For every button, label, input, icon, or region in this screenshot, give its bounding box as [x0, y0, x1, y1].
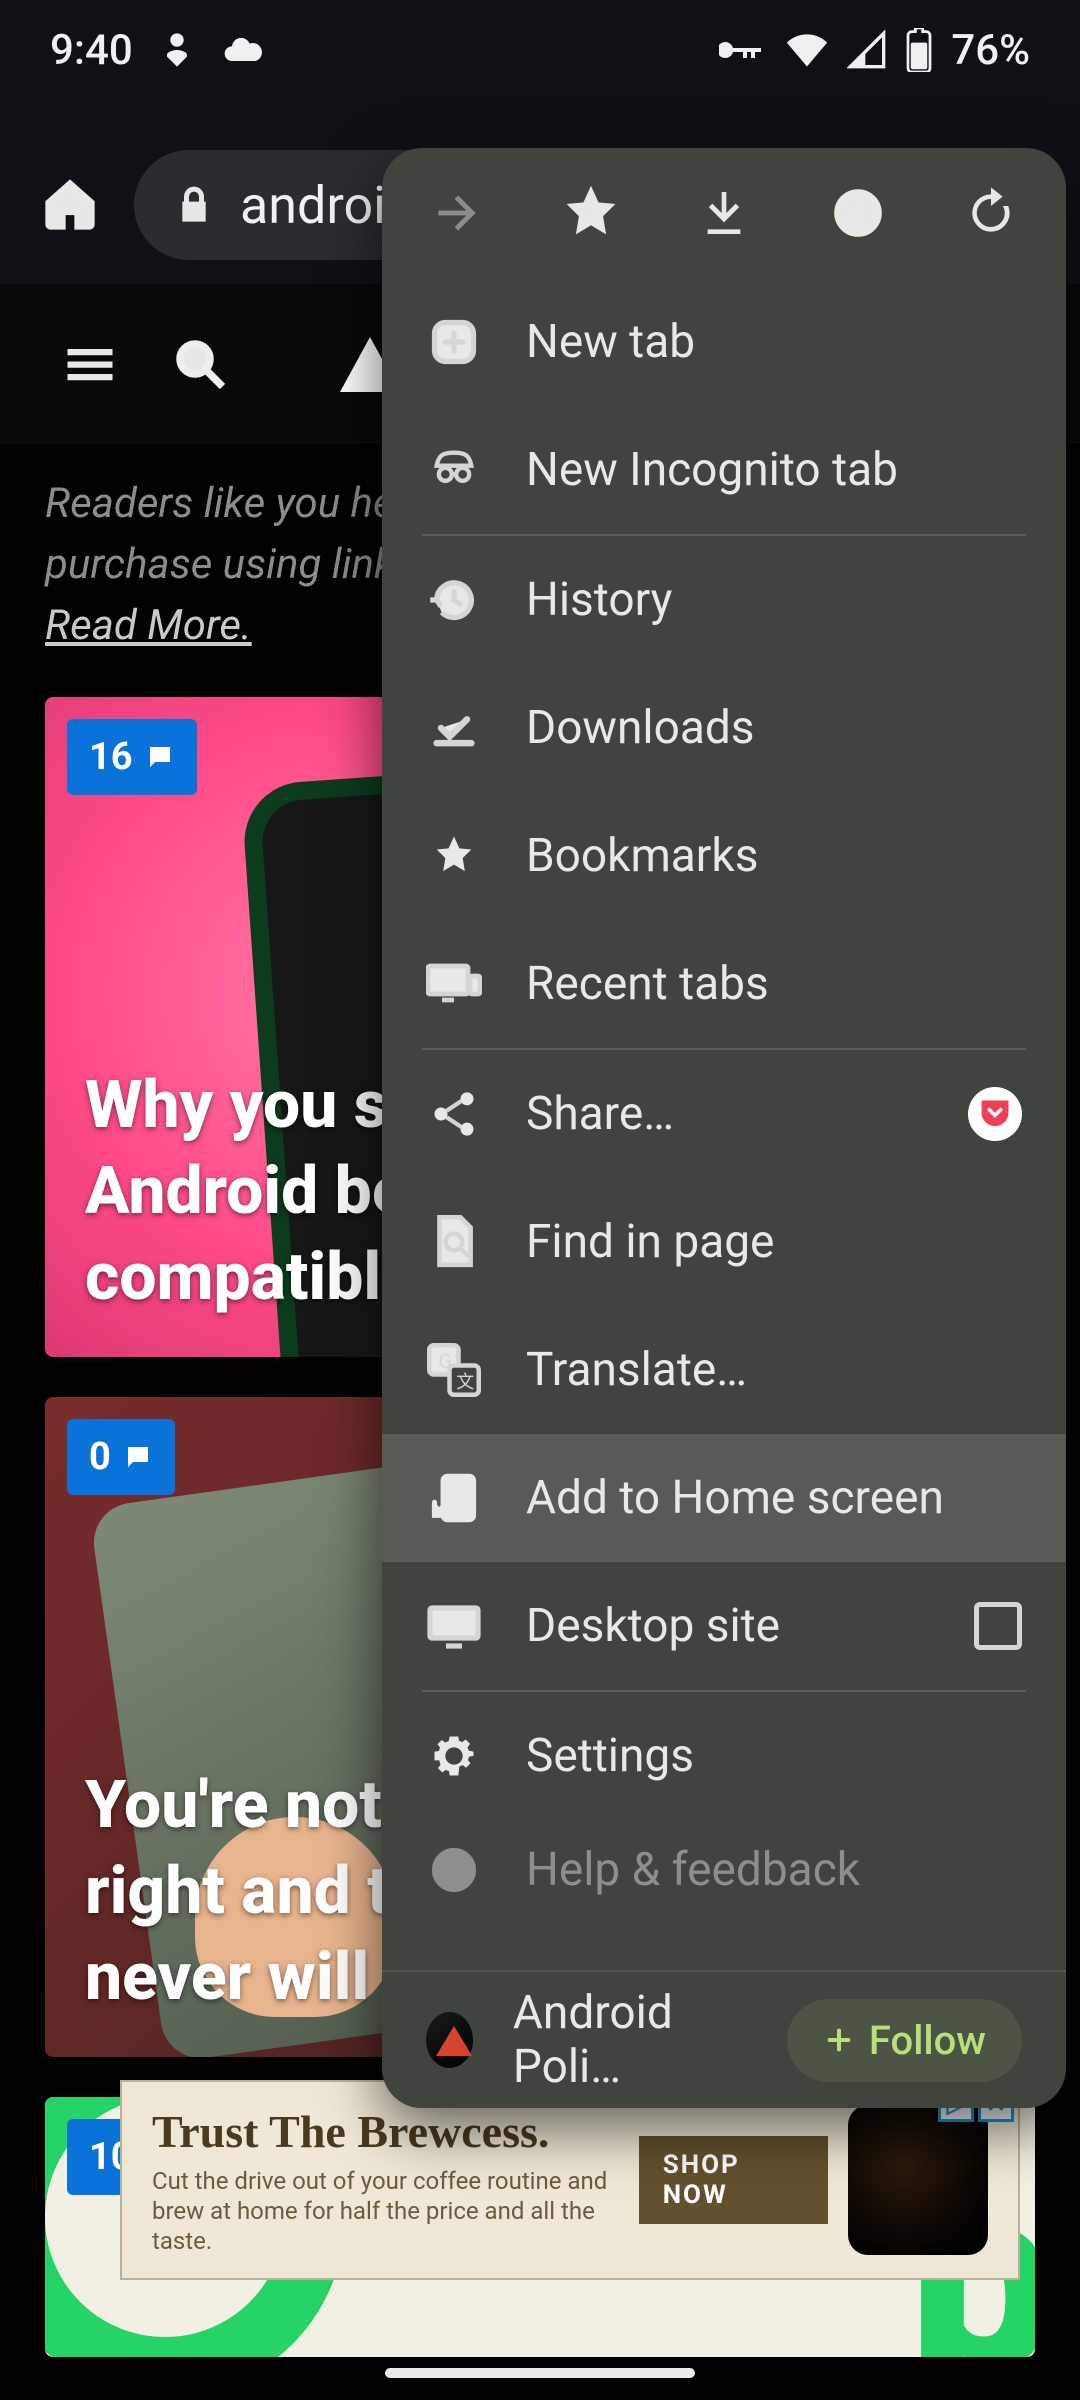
bookmarks-icon [426, 828, 482, 884]
recent-tabs-icon [426, 956, 482, 1012]
wifi-icon [785, 28, 829, 72]
new-tab-icon [426, 314, 482, 370]
hamburger-icon[interactable] [60, 334, 120, 394]
battery-percentage: 76% [951, 26, 1030, 75]
status-bar: 9:40 76% [0, 0, 1080, 100]
vpn-key-icon [719, 26, 767, 74]
menu-label: Recent tabs [526, 957, 769, 1011]
chrome-overflow-menu: New tab New Incognito tab History Downlo… [382, 148, 1066, 2108]
menu-downloads[interactable]: Downloads [382, 664, 1066, 792]
menu-recent-tabs[interactable]: Recent tabs [382, 920, 1066, 1048]
menu-label: New Incognito tab [526, 443, 898, 497]
svg-text:G: G [438, 1349, 452, 1373]
menu-site-follow-row: Android Poli… Follow [382, 1970, 1066, 2108]
menu-label: Desktop site [526, 1599, 780, 1653]
menu-share[interactable]: Share… [382, 1050, 1066, 1178]
menu-incognito[interactable]: New Incognito tab [382, 406, 1066, 534]
follow-button[interactable]: Follow [787, 1999, 1022, 2082]
site-search-icon[interactable] [170, 334, 230, 394]
desktop-icon [426, 1598, 482, 1654]
home-button[interactable] [30, 165, 110, 245]
menu-find-in-page[interactable]: Find in page [382, 1178, 1066, 1306]
battery-icon [905, 28, 933, 72]
add-to-home-icon [426, 1470, 482, 1526]
menu-label: Find in page [526, 1215, 774, 1269]
downloads-done-icon [426, 700, 482, 756]
cell-signal-icon [847, 30, 887, 70]
menu-label: Downloads [526, 701, 755, 755]
cloud-icon [221, 28, 265, 72]
desktop-site-checkbox[interactable] [974, 1602, 1022, 1650]
download-icon[interactable] [689, 178, 759, 248]
ad-subtext: Cut the drive out of your coffee routine… [152, 2166, 639, 2256]
menu-desktop-site[interactable]: Desktop site [382, 1562, 1066, 1690]
gesture-nav-bar[interactable] [385, 2368, 695, 2378]
lock-icon [174, 185, 214, 225]
reload-icon[interactable] [956, 178, 1026, 248]
menu-label: Settings [526, 1729, 694, 1783]
menu-label: History [526, 573, 672, 627]
menu-translate[interactable]: G文 Translate… [382, 1306, 1066, 1434]
site-favicon [426, 2012, 473, 2068]
site-name: Android Poli… [513, 1986, 747, 2094]
translate-icon: G文 [426, 1342, 482, 1398]
ad-image [848, 2105, 988, 2255]
menu-bookmarks[interactable]: Bookmarks [382, 792, 1066, 920]
incognito-icon [426, 442, 482, 498]
menu-settings[interactable]: Settings [382, 1692, 1066, 1820]
menu-label: New tab [526, 315, 695, 369]
share-icon [426, 1086, 482, 1142]
find-in-page-icon [426, 1214, 482, 1270]
ad-cta-button[interactable]: SHOP NOW [639, 2136, 828, 2224]
menu-history[interactable]: History [382, 536, 1066, 664]
comment-badge[interactable]: 0 [67, 1419, 175, 1495]
menu-label: Bookmarks [526, 829, 758, 883]
help-icon [426, 1842, 482, 1898]
bookmark-star-icon[interactable] [556, 178, 626, 248]
menu-label: Help & feedback [526, 1843, 860, 1897]
comment-badge[interactable]: 16 [67, 719, 197, 795]
menu-top-row [382, 148, 1066, 278]
read-more-link[interactable]: Read More. [45, 601, 252, 650]
ad-banner[interactable]: Trust The Brewcess. Cut the drive out of… [120, 2080, 1020, 2280]
person-location-icon [157, 30, 197, 70]
status-time: 9:40 [50, 26, 133, 75]
settings-gear-icon [426, 1728, 482, 1784]
ad-headline: Trust The Brewcess. [152, 2105, 639, 2158]
menu-label: Share… [526, 1087, 674, 1141]
page-info-icon[interactable] [823, 178, 893, 248]
history-icon [426, 572, 482, 628]
menu-label: Add to Home screen [526, 1471, 944, 1525]
pocket-icon[interactable] [968, 1087, 1022, 1141]
svg-text:文: 文 [456, 1372, 474, 1393]
forward-icon[interactable] [422, 178, 492, 248]
menu-add-to-home[interactable]: Add to Home screen [382, 1434, 1066, 1562]
menu-label: Translate… [526, 1343, 747, 1397]
menu-new-tab[interactable]: New tab [382, 278, 1066, 406]
menu-help-feedback[interactable]: Help & feedback [382, 1820, 1066, 1920]
